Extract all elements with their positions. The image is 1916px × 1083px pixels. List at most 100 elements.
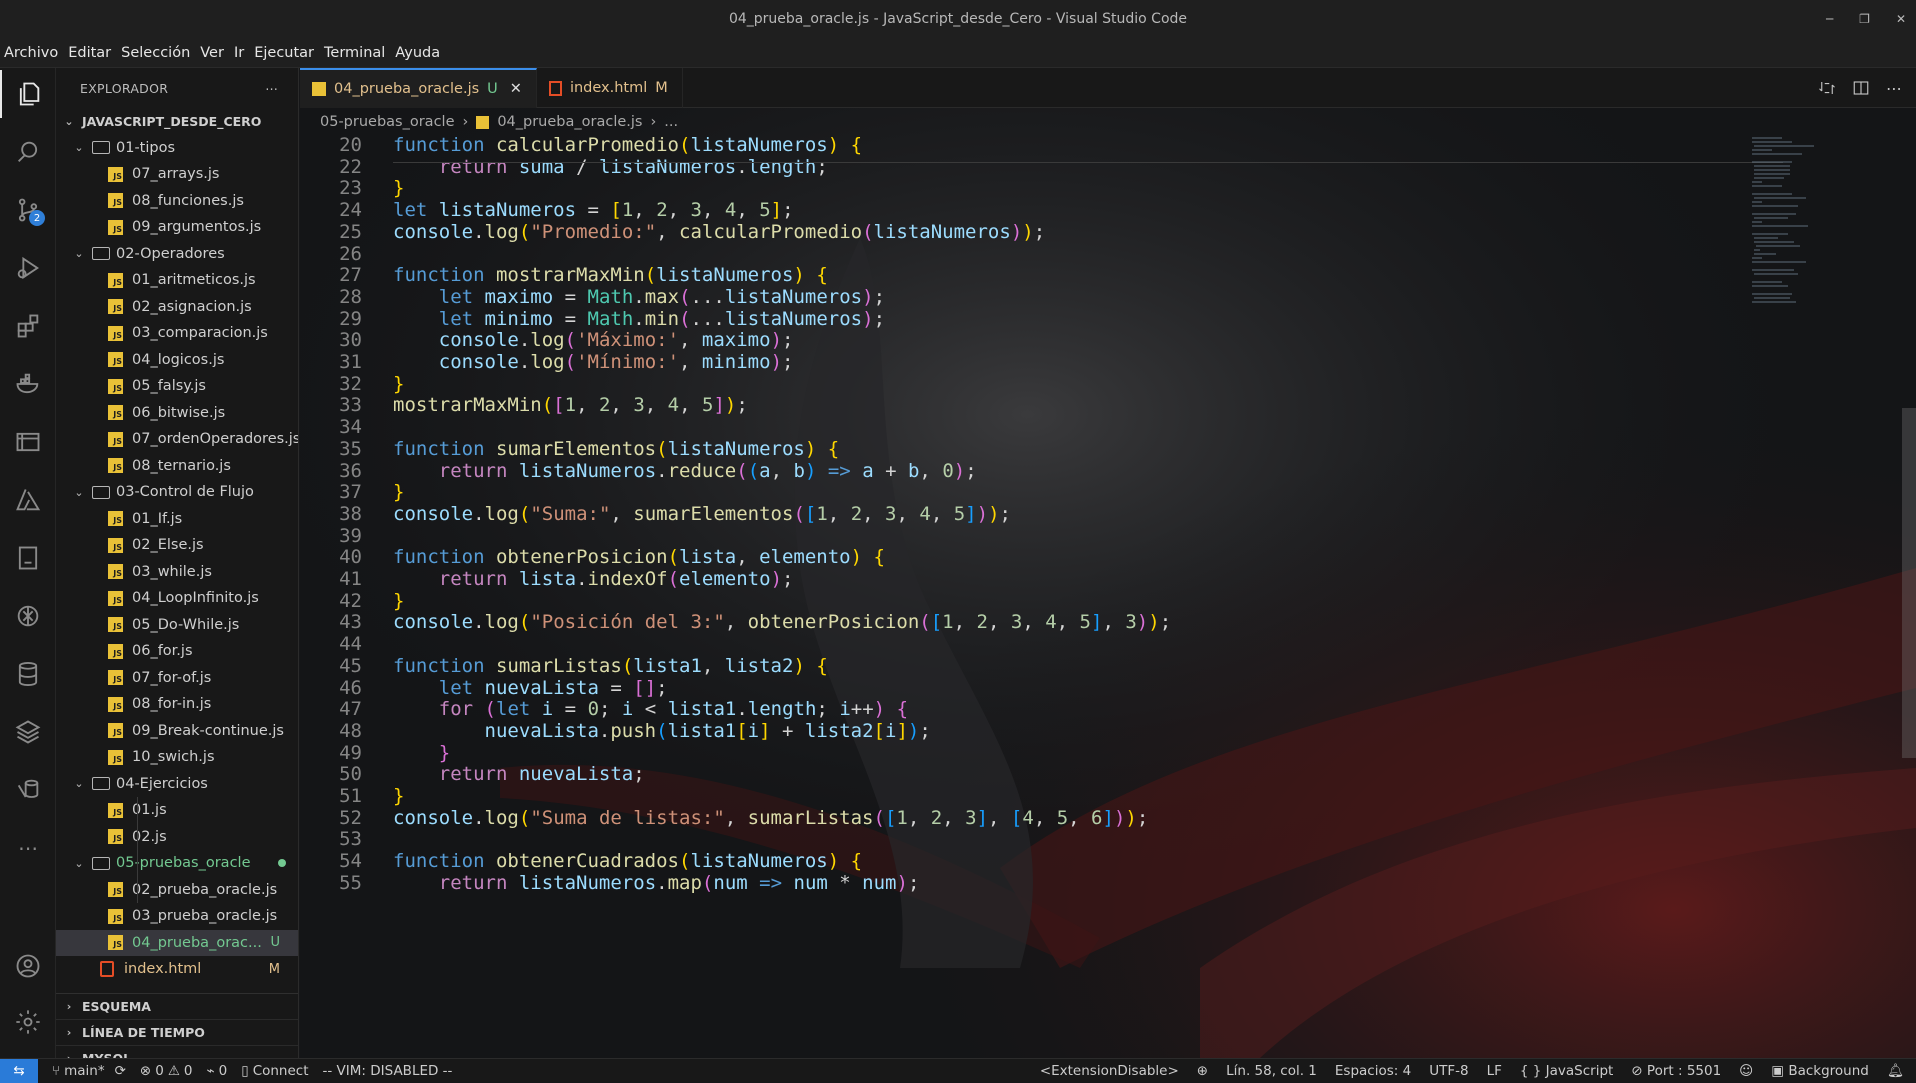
- tree-folder[interactable]: ⌄ 05-pruebas_oracle: [56, 850, 298, 876]
- breadcrumb-file[interactable]: 04_prueba_oracle.js: [497, 114, 642, 130]
- tree-file[interactable]: JS 01.js: [56, 797, 298, 823]
- end-of-line[interactable]: LF: [1487, 1063, 1502, 1079]
- menu-ejecutar[interactable]: Ejecutar: [254, 45, 314, 61]
- run-debug-icon[interactable]: [0, 244, 56, 292]
- tab-index-html[interactable]: index.html M: [537, 68, 683, 108]
- folder-open-icon: [92, 247, 110, 260]
- tree-file[interactable]: JS 07_ordenOperadores.js: [56, 426, 298, 452]
- folder-label: 01-tipos: [116, 139, 176, 156]
- code-line: }: [393, 785, 405, 807]
- tree-file[interactable]: JS 07_arrays.js: [56, 161, 298, 187]
- compare-changes-icon[interactable]: [1818, 79, 1836, 97]
- tree-file[interactable]: JS 05_falsy.js: [56, 373, 298, 399]
- cursor-position[interactable]: Lín. 58, col. 1: [1226, 1063, 1317, 1079]
- tree-file[interactable]: JS 06_for.js: [56, 638, 298, 664]
- source-control-icon[interactable]: 2: [0, 186, 56, 234]
- language-mode[interactable]: { } JavaScript: [1520, 1063, 1613, 1079]
- remote-explorer-icon[interactable]: [0, 418, 56, 466]
- ports-indicator[interactable]: ⌁ 0: [207, 1063, 228, 1079]
- tree-file[interactable]: JS 02.js: [56, 824, 298, 850]
- tree-file[interactable]: JS 08_for-in.js: [56, 691, 298, 717]
- indentation[interactable]: Espacios: 4: [1335, 1063, 1411, 1079]
- menu-ayuda[interactable]: Ayuda: [395, 45, 440, 61]
- tree-file[interactable]: JS 06_bitwise.js: [56, 400, 298, 426]
- extension-disable[interactable]: <ExtensionDisable>: [1040, 1063, 1179, 1079]
- tree-file[interactable]: JS 03_while.js: [56, 559, 298, 585]
- remote-indicator-icon[interactable]: ⇆: [0, 1058, 38, 1083]
- section-esquema[interactable]: › ESQUEMA: [56, 993, 298, 1019]
- tree-file[interactable]: JS 04_prueba_orac... U: [56, 929, 298, 956]
- branch-indicator[interactable]: ⑂ main* ⟳: [52, 1063, 126, 1079]
- tree-file[interactable]: JS 08_ternario.js: [56, 453, 298, 479]
- sync-icon[interactable]: ⟳: [115, 1063, 126, 1079]
- copilot-icon[interactable]: ☺: [1739, 1063, 1753, 1079]
- tree-folder[interactable]: ⌄ 01-tipos: [56, 135, 298, 161]
- tree-file[interactable]: JS 02_prueba_oracle.js: [56, 877, 298, 903]
- tree-file[interactable]: JS 09_Break-continue.js: [56, 718, 298, 744]
- menu-archivo[interactable]: Archivo: [4, 45, 58, 61]
- restore-icon[interactable]: ❐: [1859, 12, 1870, 26]
- minimap[interactable]: [1750, 134, 1850, 334]
- layers-icon[interactable]: [0, 708, 56, 756]
- tree-file[interactable]: JS 03_comparacion.js: [56, 320, 298, 346]
- tree-file[interactable]: JS 03_prueba_oracle.js: [56, 903, 298, 929]
- docker-icon[interactable]: [0, 360, 56, 408]
- tree-file[interactable]: index.html M: [56, 956, 298, 982]
- close-window-icon[interactable]: ✕: [1896, 12, 1906, 26]
- tree-file[interactable]: JS 10_swich.js: [56, 744, 298, 770]
- tree-file[interactable]: JS 09_argumentos.js: [56, 214, 298, 240]
- menu-ver[interactable]: Ver: [200, 45, 224, 61]
- tree-folder[interactable]: ⌄ 02-Operadores: [56, 241, 298, 267]
- encoding[interactable]: UTF-8: [1429, 1063, 1468, 1079]
- tree-file[interactable]: JS 02_asignacion.js: [56, 294, 298, 320]
- more-icon[interactable]: ⋯: [0, 824, 56, 872]
- menu-seleccion[interactable]: Selección: [121, 45, 190, 61]
- tab-04-prueba-oracle[interactable]: 04_prueba_oracle.js U ✕: [300, 68, 537, 108]
- editor-more-icon[interactable]: ⋯: [1886, 79, 1902, 98]
- breadcrumb-folder[interactable]: 05-pruebas_oracle: [320, 114, 455, 130]
- vim-status[interactable]: -- VIM: DISABLED --: [323, 1063, 453, 1079]
- problems-indicator[interactable]: ⊗ 0 ⚠ 0: [140, 1063, 193, 1079]
- menu-terminal[interactable]: Terminal: [324, 45, 385, 61]
- js-file-icon: JS: [108, 299, 123, 314]
- menu-bar: Archivo Editar Selección Ver Ir Ejecutar…: [0, 38, 1916, 68]
- azure-icon[interactable]: [0, 476, 56, 524]
- close-tab-icon[interactable]: ✕: [510, 81, 522, 97]
- tree-folder[interactable]: ⌄ 04-Ejercicios: [56, 771, 298, 797]
- tree-file[interactable]: JS 07_for-of.js: [56, 665, 298, 691]
- vertical-scrollbar[interactable]: [1902, 408, 1916, 758]
- breadcrumb-more[interactable]: ...: [664, 114, 678, 130]
- zoom-icon[interactable]: ⊕: [1197, 1063, 1208, 1079]
- tree-file[interactable]: JS 01_aritmeticos.js: [56, 267, 298, 293]
- minimize-icon[interactable]: ─: [1826, 12, 1833, 26]
- extensions-icon[interactable]: [0, 302, 56, 350]
- tree-file[interactable]: JS 04_LoopInfinito.js: [56, 585, 298, 611]
- tree-file[interactable]: JS 02_Else.js: [56, 532, 298, 558]
- database-icon[interactable]: [0, 650, 56, 698]
- section-l-nea-de-tiempo[interactable]: › LÍNEA DE TIEMPO: [56, 1018, 298, 1045]
- explorer-root-folder[interactable]: ⌄ JAVASCRIPT_DESDE_CERO: [56, 108, 298, 134]
- tree-folder[interactable]: ⌄ 03-Control de Flujo: [56, 479, 298, 505]
- explorer-more-icon[interactable]: ⋯: [265, 81, 278, 96]
- menu-editar[interactable]: Editar: [68, 45, 111, 61]
- bookmark-icon[interactable]: [0, 534, 56, 582]
- explorer-icon[interactable]: [0, 70, 56, 118]
- folder-label: 03-Control de Flujo: [116, 484, 254, 500]
- background-toggle[interactable]: ▣ Background: [1771, 1063, 1869, 1079]
- notifications-bell-icon[interactable]: 🔔︎: [1887, 1063, 1904, 1079]
- tree-file[interactable]: JS 05_Do-While.js: [56, 612, 298, 638]
- account-icon[interactable]: [0, 942, 56, 990]
- menu-ir[interactable]: Ir: [234, 45, 244, 61]
- connect-button[interactable]: ▯ Connect: [241, 1063, 308, 1079]
- chatgpt-icon[interactable]: [0, 592, 56, 640]
- line-number: 51: [339, 785, 362, 807]
- split-editor-icon[interactable]: [1852, 79, 1870, 97]
- settings-gear-icon[interactable]: [0, 998, 56, 1046]
- tree-file[interactable]: JS 04_logicos.js: [56, 347, 298, 373]
- tree-file[interactable]: JS 01_If.js: [56, 506, 298, 532]
- live-server-port[interactable]: ⊘ Port : 5501: [1631, 1063, 1721, 1079]
- folder-label: 02-Operadores: [116, 245, 225, 262]
- sql-tools-icon[interactable]: [0, 766, 56, 814]
- search-icon[interactable]: [0, 128, 56, 176]
- tree-file[interactable]: JS 08_funciones.js: [56, 188, 298, 214]
